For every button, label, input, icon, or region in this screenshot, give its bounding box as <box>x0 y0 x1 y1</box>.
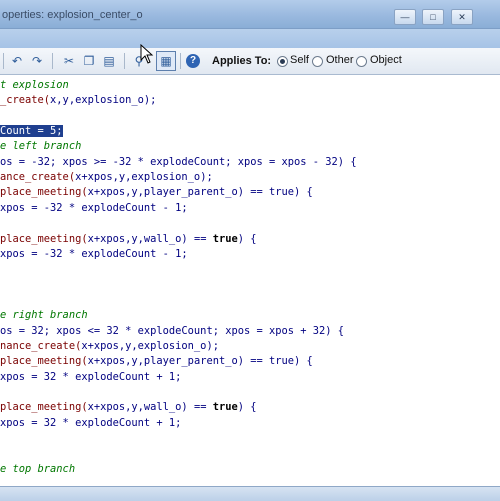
code-line[interactable]: place_meeting(x+xpos,y,player_parent_o) … <box>0 185 313 200</box>
code-line[interactable]: e top branch <box>0 462 75 477</box>
status-bar <box>0 486 500 501</box>
undo-icon[interactable]: ↶ <box>8 52 26 70</box>
code-token: place_meeting( <box>0 232 88 245</box>
toolbar: ↶ ↷ ✂ ❐ ▤ ⚲ ▦ ? Applies To: Self Other O… <box>0 48 500 75</box>
code-line[interactable]: t explosion <box>0 78 69 93</box>
copy-icon[interactable]: ❐ <box>80 52 98 70</box>
code-token: x+xpos,y,player_parent_o) == true) { <box>87 186 313 199</box>
radio-self[interactable] <box>277 56 288 67</box>
cut-icon[interactable]: ✂ <box>60 52 78 70</box>
code-token: place_meeting( <box>0 355 88 368</box>
code-token: ) { <box>237 232 257 245</box>
selected-code: Count = 5; <box>0 125 63 138</box>
code-line[interactable]: e left branch <box>0 139 81 154</box>
code-token: x+xpos,y,explosion_o); <box>75 171 213 184</box>
toolbar-separator <box>52 53 53 69</box>
code-token: ) { <box>237 401 257 414</box>
code-token: x+xpos,y,wall_o) == <box>87 401 213 414</box>
code-token: place_meeting( <box>0 186 88 199</box>
code-token: xpos = -32 * explodeCount - 1; <box>0 247 188 260</box>
maximize-icon[interactable]: □ <box>422 9 444 25</box>
code-token: os = 32; xpos <= 32 * explodeCount; xpos… <box>0 324 345 337</box>
code-token: _create( <box>0 94 51 107</box>
code-editor[interactable]: t explosion _create(x,y,explosion_o); Coun… <box>0 75 500 486</box>
redo-icon[interactable]: ↷ <box>28 52 46 70</box>
close-icon[interactable]: ✕ <box>451 9 473 25</box>
radio-other[interactable] <box>312 56 323 67</box>
code-line[interactable]: place_meeting(x+xpos,y,wall_o) == true) … <box>0 400 257 415</box>
toolbar-separator <box>180 53 181 69</box>
code-token: true <box>212 232 238 245</box>
code-token: nance_create( <box>0 339 82 352</box>
code-token: x+xpos,y,player_parent_o) == true) { <box>87 355 313 368</box>
code-comment: e right branch <box>0 309 88 322</box>
code-token: xpos = -32 * explodeCount - 1; <box>0 201 188 214</box>
code-line[interactable]: e right branch <box>0 308 88 323</box>
code-line[interactable]: Count = 5; <box>0 124 63 139</box>
code-token: x+xpos,y,explosion_o); <box>81 339 219 352</box>
help-icon[interactable]: ? <box>186 54 200 68</box>
mouse-cursor-icon <box>140 44 154 64</box>
code-line[interactable]: os = -32; xpos >= -32 * explodeCount; xp… <box>0 155 357 170</box>
code-token: ance_create( <box>0 171 76 184</box>
code-comment: e top branch <box>0 462 76 475</box>
toolbar-separator <box>3 53 4 69</box>
code-comment: t explosion <box>0 79 69 91</box>
code-line[interactable]: xpos = -32 * explodeCount - 1; <box>0 201 188 216</box>
code-token: place_meeting( <box>0 401 88 414</box>
code-line[interactable]: _create(x,y,explosion_o); <box>0 93 156 108</box>
toggle-icon[interactable]: ▦ <box>156 51 176 71</box>
code-line[interactable]: ance_create(x+xpos,y,explosion_o); <box>0 170 213 185</box>
code-line[interactable]: nance_create(x+xpos,y,explosion_o); <box>0 339 219 354</box>
radio-self-label: Self <box>290 54 309 66</box>
code-line[interactable]: place_meeting(x+xpos,y,player_parent_o) … <box>0 354 313 369</box>
code-line[interactable]: place_meeting(x+xpos,y,wall_o) == true) … <box>0 232 257 247</box>
code-line[interactable]: xpos = 32 * explodeCount + 1; <box>0 370 181 385</box>
paste-icon[interactable]: ▤ <box>100 52 118 70</box>
code-line[interactable]: xpos = 32 * explodeCount + 1; <box>0 416 181 431</box>
radio-object-label: Object <box>370 54 402 66</box>
code-token: true <box>212 401 238 414</box>
code-token: xpos = 32 * explodeCount + 1; <box>0 370 182 383</box>
code-token: os = -32; xpos >= -32 * explodeCount; xp… <box>0 155 357 168</box>
window-title-bar: operties: explosion_center_o — □ ✕ <box>0 0 500 29</box>
code-line[interactable]: os = 32; xpos <= 32 * explodeCount; xpos… <box>0 324 344 339</box>
code-comment: e left branch <box>0 140 82 153</box>
code-line[interactable]: xpos = -32 * explodeCount - 1; <box>0 247 188 262</box>
minimize-icon[interactable]: — <box>394 9 416 25</box>
code-token: x+xpos,y,wall_o) == <box>87 232 213 245</box>
toolbar-separator <box>124 53 125 69</box>
applies-to-label: Applies To: <box>212 55 272 67</box>
radio-other-label: Other <box>326 54 354 66</box>
window-title: operties: explosion_center_o <box>2 9 143 21</box>
header-band <box>0 29 500 48</box>
code-token: xpos = 32 * explodeCount + 1; <box>0 416 182 429</box>
code-token: x,y,explosion_o); <box>50 94 157 107</box>
radio-object[interactable] <box>356 56 367 67</box>
